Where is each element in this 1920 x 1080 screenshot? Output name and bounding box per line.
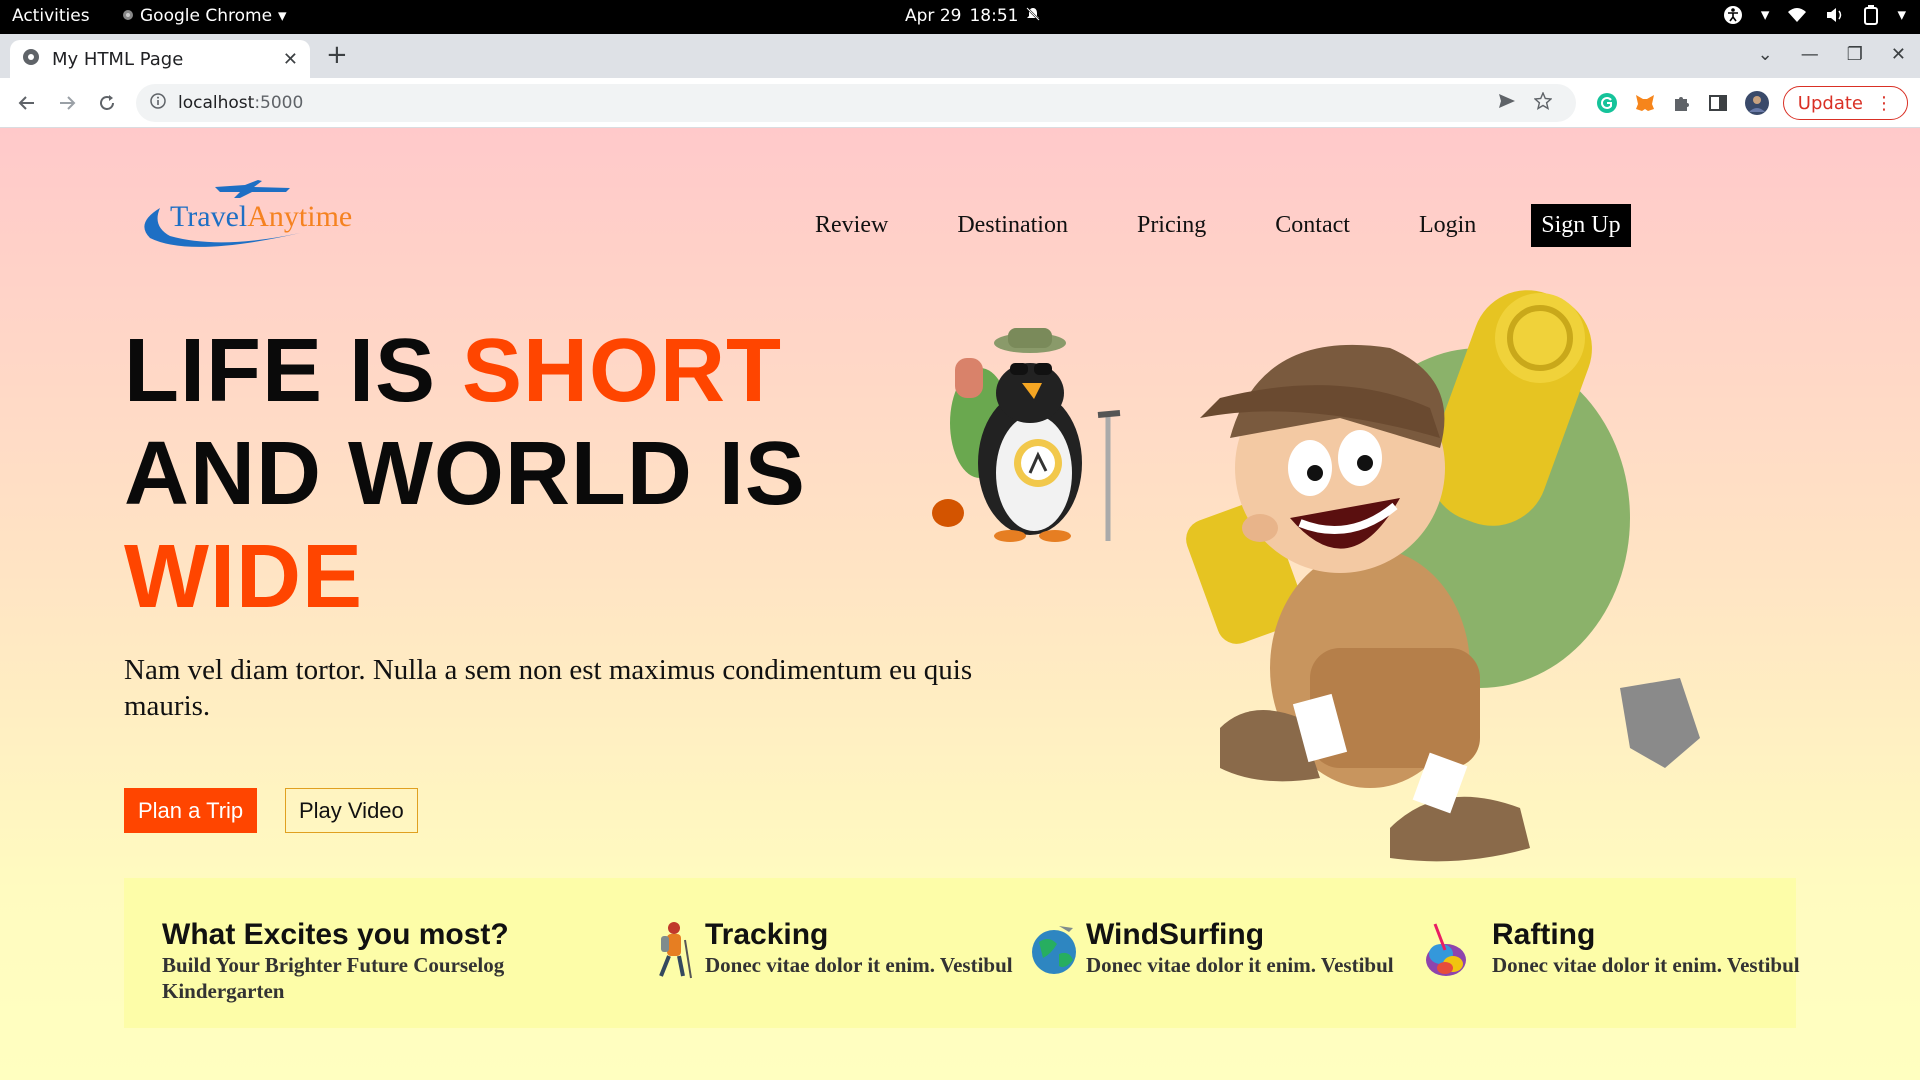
signup-button[interactable]: Sign Up [1531, 204, 1631, 247]
feature-tracking-text: Donec vitae dolor it enim. Vestibul [705, 953, 1013, 977]
system-tray[interactable]: ▾ ▾ [1723, 5, 1906, 25]
plan-trip-button[interactable]: Plan a Trip [124, 788, 258, 833]
hero-line3-accent: WIDE [124, 527, 363, 627]
raft-icon [1426, 923, 1466, 976]
puzzle-extensions-icon[interactable] [1672, 93, 1692, 117]
profile-avatar[interactable] [1744, 90, 1770, 120]
nav-destination[interactable]: Destination [957, 212, 1068, 239]
chevron-down-icon: ▾ [1760, 5, 1770, 25]
grammarly-icon[interactable] [1596, 92, 1618, 118]
logo-text: TravelAnytime [170, 200, 352, 234]
hiker-icon [659, 922, 692, 979]
system-top-bar: Activities Google Chrome ▾ Apr 29 18:51 … [0, 0, 1920, 34]
chevron-down-icon: ▾ [278, 6, 287, 26]
hero-line2: AND WORLD IS [124, 424, 806, 524]
battery-icon [1863, 5, 1879, 25]
feature-rafting[interactable]: Rafting Donec vitae dolor it enim. Vesti… [1492, 918, 1852, 978]
url-host: localhost [178, 93, 255, 113]
tab-strip: My HTML Page ✕ + ⌄ — ❐ ✕ [0, 34, 1920, 78]
site-info-icon[interactable] [150, 92, 166, 114]
logo-word-travel: Travel [170, 200, 248, 233]
boy-hiker-illustration [1186, 290, 1700, 862]
browser-tab[interactable]: My HTML Page ✕ [10, 40, 310, 78]
clock[interactable]: Apr 29 18:51 [905, 6, 1041, 26]
main-nav: Review Destination Pricing Contact Login… [815, 204, 1631, 247]
feature-tracking-title: Tracking [705, 918, 829, 951]
update-button[interactable]: Update ⋮ [1782, 86, 1908, 120]
feature-windsurfing-text: Donec vitae dolor it enim. Vestibul [1086, 953, 1394, 977]
hero-line1-accent: SHORT [462, 321, 783, 421]
wifi-icon [1787, 7, 1807, 23]
back-icon[interactable] [12, 88, 42, 118]
features-intro: What Excites you most? Build Your Bright… [162, 918, 522, 1004]
logo-word-anytime: Anytime [247, 200, 353, 233]
close-icon[interactable]: ✕ [283, 49, 298, 70]
app-menu-label: Google Chrome [140, 6, 273, 26]
window-controls: ⌄ — ❐ ✕ [1758, 44, 1906, 65]
address-bar[interactable]: localhost:5000 [136, 84, 1576, 122]
play-video-button[interactable]: Play Video [285, 788, 418, 833]
app-menu[interactable]: Google Chrome ▾ [122, 6, 287, 26]
send-icon[interactable] [1498, 92, 1516, 115]
globe-icon [22, 48, 40, 71]
notifications-off-icon [1026, 6, 1041, 26]
volume-icon [1825, 7, 1845, 23]
features-strip: What Excites you most? Build Your Bright… [124, 878, 1800, 1028]
side-panel-icon[interactable] [1708, 93, 1728, 117]
nav-pricing[interactable]: Pricing [1137, 212, 1206, 239]
tab-search-icon[interactable]: ⌄ [1758, 44, 1773, 65]
nav-login[interactable]: Login [1419, 212, 1476, 239]
accessibility-icon[interactable] [1723, 5, 1743, 25]
close-window-icon[interactable]: ✕ [1891, 44, 1906, 65]
tab-title: My HTML Page [52, 48, 184, 70]
more-menu-icon[interactable]: ⋮ [1875, 93, 1893, 114]
clock-date: Apr 29 [905, 6, 962, 26]
chevron-down-icon: ▾ [1897, 5, 1906, 25]
new-tab-button[interactable]: + [326, 42, 348, 68]
feature-rafting-title: Rafting [1492, 918, 1596, 951]
feature-tracking[interactable]: Tracking Donec vitae dolor it enim. Vest… [705, 918, 1065, 978]
globe-icon [1032, 926, 1076, 974]
clock-time: 18:51 [969, 6, 1019, 26]
reload-icon[interactable] [92, 88, 122, 118]
page-viewport: TravelAnytime Review Destination Pricing… [0, 128, 1920, 1080]
omnibox-actions [1498, 91, 1553, 115]
feature-windsurfing[interactable]: WindSurfing Donec vitae dolor it enim. V… [1086, 918, 1446, 978]
activities-button[interactable]: Activities [12, 6, 90, 26]
maximize-icon[interactable]: ❐ [1847, 44, 1863, 65]
hero-subtitle: Nam vel diam tortor. Nulla a sem non est… [124, 654, 973, 722]
hero-line1-a: LIFE IS [124, 321, 463, 421]
url-port: :5000 [254, 93, 304, 113]
feature-rafting-text: Donec vitae dolor it enim. Vestibul [1492, 953, 1800, 977]
bookmark-star-icon[interactable] [1533, 91, 1553, 115]
nav-contact[interactable]: Contact [1275, 212, 1350, 239]
chrome-small-icon [122, 6, 134, 26]
site-logo[interactable]: TravelAnytime [130, 178, 375, 258]
minimize-icon[interactable]: — [1801, 44, 1819, 65]
penguin-hiker-illustration [932, 328, 1121, 542]
update-label: Update [1797, 92, 1863, 114]
metamask-icon[interactable] [1634, 92, 1656, 118]
feature-windsurfing-title: WindSurfing [1086, 918, 1265, 951]
features-intro-text: Build Your Brighter Future Courselog Kin… [162, 953, 505, 1003]
nav-review[interactable]: Review [815, 212, 888, 239]
features-intro-title: What Excites you most? [162, 918, 509, 951]
hero-title: LIFE IS SHORT AND WORLD IS WIDE [124, 320, 806, 629]
browser-toolbar: localhost:5000 Update ⋮ [0, 78, 1920, 128]
forward-icon[interactable] [52, 88, 82, 118]
extensions-area [1596, 90, 1770, 120]
